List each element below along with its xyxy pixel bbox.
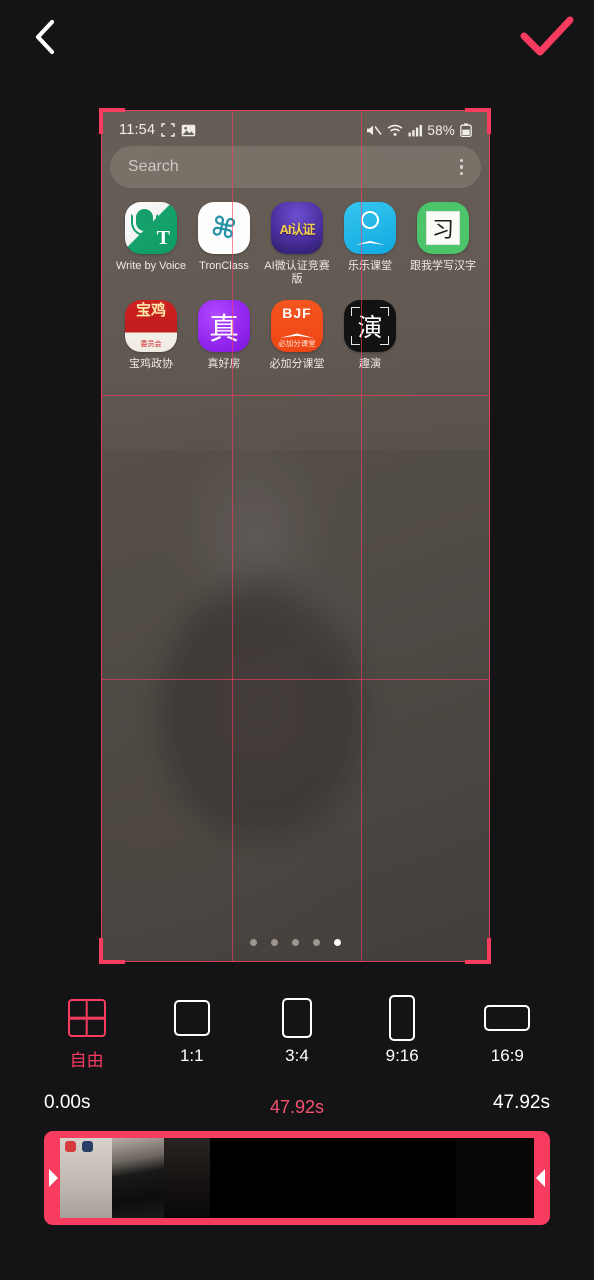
app-item-tronclass[interactable]: ⌘ TronClass — [188, 202, 260, 286]
landscape-16-9-icon — [484, 995, 531, 1041]
app-item-write-by-voice[interactable]: T Write by Voice — [115, 202, 187, 286]
home-screen-overlay: 11:54 58% Search T Write by Voice ⌘ Tron… — [101, 110, 490, 450]
image-icon — [181, 124, 196, 136]
baoji-glyph: 宝鸡 — [135, 302, 166, 319]
tronclass-glyph: ⌘ — [208, 210, 240, 245]
mute-icon — [367, 125, 382, 135]
crop-handle-top-right[interactable] — [465, 108, 491, 134]
page-dot[interactable] — [271, 939, 278, 946]
app-label: 宝鸡政协 — [129, 358, 173, 370]
app-label: 真好房 — [207, 358, 241, 370]
app-item-ai-certification[interactable]: AI认证 AI微认证竞赛版 — [261, 202, 333, 286]
ratio-option-16-9[interactable]: 16:9 — [465, 995, 549, 1066]
status-bar: 11:54 58% — [101, 118, 490, 142]
thumbnail-frame — [164, 1138, 210, 1218]
zhen-glyph: 真 — [209, 313, 239, 346]
portrait-3-4-icon — [281, 995, 312, 1041]
app-label: 跟我学写汉字 — [410, 260, 476, 272]
quyan-icon: 演 — [344, 300, 396, 352]
fullscreen-icon — [161, 123, 175, 137]
signal-icon — [408, 124, 423, 136]
ratio-label: 9:16 — [385, 1046, 419, 1065]
crop-handle-bottom-left[interactable] — [99, 938, 125, 964]
ratio-option-1-1[interactable]: 1:1 — [150, 995, 234, 1066]
ratio-label: 自由 — [69, 1051, 104, 1070]
page-dot[interactable] — [292, 939, 299, 946]
baoji-cppcc-icon: 宝鸡 委员会 — [125, 300, 177, 352]
square-icon — [173, 995, 210, 1041]
back-button[interactable] — [20, 12, 70, 62]
app-label: TronClass — [199, 260, 249, 272]
aspect-ratio-bar: 自由 1:1 3:4 9:16 16:9 — [0, 995, 594, 1085]
search-placeholder: Search — [128, 158, 179, 175]
app-item-baoji-cppcc[interactable]: 宝鸡 委员会 宝鸡政协 — [115, 300, 187, 371]
app-label: 乐乐课堂 — [348, 260, 392, 272]
video-frame-preview: 11:54 58% Search T Write by Voice ⌘ Tron… — [101, 110, 490, 962]
wifi-icon — [388, 124, 403, 136]
thumbnail-frame — [60, 1138, 112, 1218]
app-item-zhenhaofang[interactable]: 真 真好房 — [188, 300, 260, 371]
page-dot[interactable] — [313, 939, 320, 946]
app-label: AI微认证竞赛版 — [264, 260, 330, 285]
ai-glyph: AI认证 — [279, 221, 315, 237]
top-bar — [0, 0, 594, 86]
app-grid: T Write by Voice ⌘ TronClass AI认证 AI微认证竞… — [101, 202, 490, 371]
chevron-left-icon — [35, 19, 55, 55]
video-timeline[interactable] — [44, 1131, 550, 1225]
app-label: 必加分课堂 — [269, 358, 325, 370]
crop-handle-top-left[interactable] — [99, 108, 125, 134]
bjf-sub-glyph: 必加分课堂 — [278, 339, 316, 348]
write-by-voice-icon: T — [125, 202, 177, 254]
crop-preview-area[interactable]: 11:54 58% Search T Write by Voice ⌘ Tron… — [0, 86, 594, 982]
bijiafen-classroom-icon: BJF 必加分课堂 — [271, 300, 323, 352]
page-dot[interactable] — [250, 939, 257, 946]
tronclass-icon: ⌘ — [198, 202, 250, 254]
free-crop-grid-icon — [67, 995, 106, 1041]
check-icon — [520, 16, 574, 56]
page-dot-active[interactable] — [334, 939, 341, 946]
trim-handle-right-icon[interactable] — [536, 1169, 545, 1187]
baoji-sub-glyph: 委员会 — [140, 341, 162, 348]
app-label: 趣演 — [359, 358, 381, 370]
zhenhaofang-icon: 真 — [198, 300, 250, 352]
confirm-button[interactable] — [518, 10, 576, 64]
status-bar-left: 11:54 — [119, 122, 196, 138]
status-bar-right: 58% — [366, 123, 472, 138]
battery-percent: 58% — [427, 122, 455, 138]
timeline-thumbnails — [60, 1138, 210, 1218]
page-indicator — [101, 939, 490, 946]
ratio-label: 1:1 — [179, 1046, 204, 1065]
ratio-option-3-4[interactable]: 3:4 — [255, 995, 339, 1066]
ai-certification-icon: AI认证 — [271, 202, 323, 254]
learn-hanzi-icon: 习 — [417, 202, 469, 254]
time-labels: 0.00s 47.92s 47.92s — [0, 1092, 594, 1124]
timeline-track[interactable] — [60, 1138, 534, 1218]
app-item-lele-classroom[interactable]: 乐乐课堂 — [334, 202, 406, 286]
ratio-option-free[interactable]: 自由 — [45, 995, 129, 1071]
total-duration-label: 47.92s — [492, 1092, 550, 1113]
app-label: Write by Voice — [115, 260, 187, 272]
trim-handle-left-icon[interactable] — [49, 1169, 58, 1187]
bjf-glyph: BJF — [282, 305, 312, 321]
ratio-label: 3:4 — [285, 1046, 309, 1065]
timeline-empty-region — [210, 1138, 456, 1218]
lele-classroom-icon — [344, 202, 396, 254]
thumbnail-frame — [112, 1138, 164, 1218]
ratio-label: 16:9 — [490, 1046, 524, 1065]
app-row-2: 宝鸡 委员会 宝鸡政协 真 真好房 BJF 必加分课堂 必加分课堂 演 趣演 — [101, 300, 490, 371]
app-item-learn-hanzi[interactable]: 习 跟我学写汉字 — [407, 202, 479, 286]
hanzi-glyph: 习 — [426, 211, 460, 245]
more-vertical-icon[interactable] — [459, 158, 463, 176]
app-item-quyan[interactable]: 演 趣演 — [334, 300, 406, 371]
ratio-option-9-16[interactable]: 9:16 — [360, 995, 444, 1066]
portrait-9-16-icon — [389, 995, 416, 1041]
quyan-glyph: 演 — [357, 315, 383, 342]
search-input[interactable]: Search — [110, 146, 481, 188]
app-row-1: T Write by Voice ⌘ TronClass AI认证 AI微认证竞… — [101, 202, 490, 286]
app-item-bijiafen-classroom[interactable]: BJF 必加分课堂 必加分课堂 — [261, 300, 333, 371]
timeline-tail-region — [456, 1138, 534, 1218]
crop-handle-bottom-right[interactable] — [465, 938, 491, 964]
